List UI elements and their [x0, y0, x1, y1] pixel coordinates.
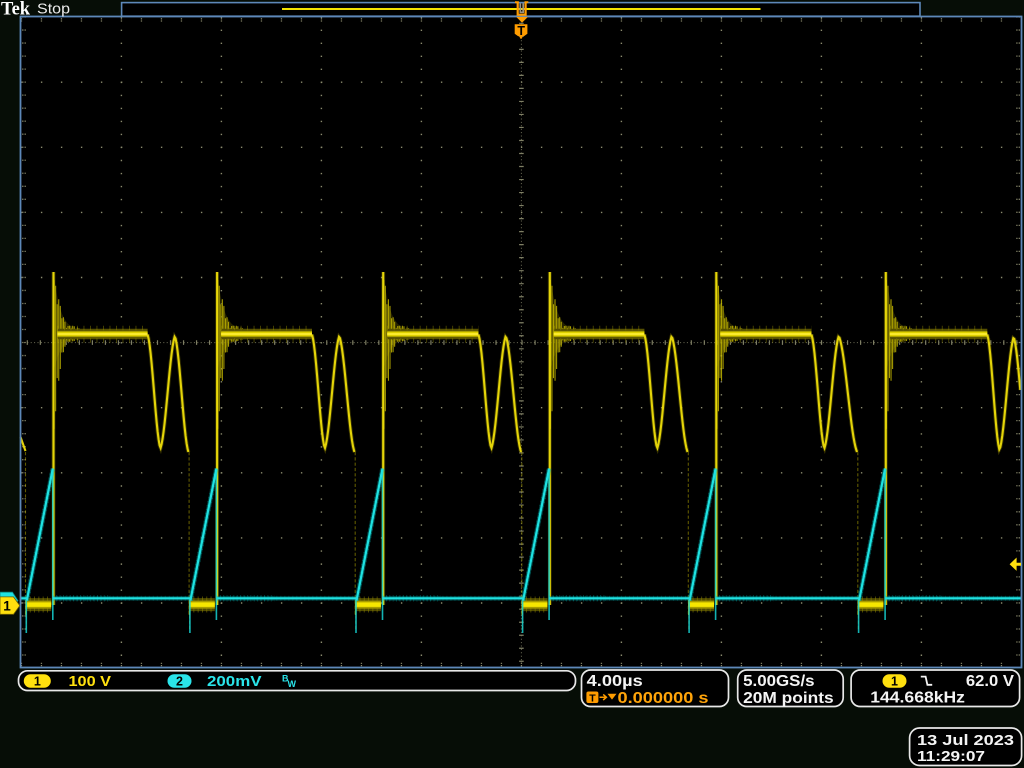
- svg-text:T: T: [589, 692, 596, 704]
- svg-text:W: W: [288, 679, 297, 689]
- svg-text:1: 1: [3, 599, 11, 614]
- svg-text:5.00GS/s: 5.00GS/s: [743, 673, 815, 690]
- svg-text:Stop: Stop: [37, 2, 70, 18]
- svg-text:4.00µs: 4.00µs: [587, 673, 643, 690]
- svg-text:1: 1: [34, 674, 41, 688]
- svg-text:144.668kHz: 144.668kHz: [870, 690, 965, 707]
- svg-text:1: 1: [891, 674, 898, 688]
- svg-text:62.0 V: 62.0 V: [966, 673, 1015, 690]
- svg-text:T: T: [517, 24, 525, 38]
- svg-text:11:29:07: 11:29:07: [917, 749, 985, 765]
- svg-text:13 Jul 2023: 13 Jul 2023: [917, 733, 1014, 749]
- svg-text:Tek: Tek: [1, 0, 31, 20]
- svg-text:200mV: 200mV: [207, 674, 262, 690]
- svg-text:2: 2: [176, 674, 183, 688]
- svg-text:100 V: 100 V: [69, 674, 112, 690]
- svg-text:20M points: 20M points: [743, 690, 834, 707]
- svg-text:0.000000 s: 0.000000 s: [618, 690, 709, 707]
